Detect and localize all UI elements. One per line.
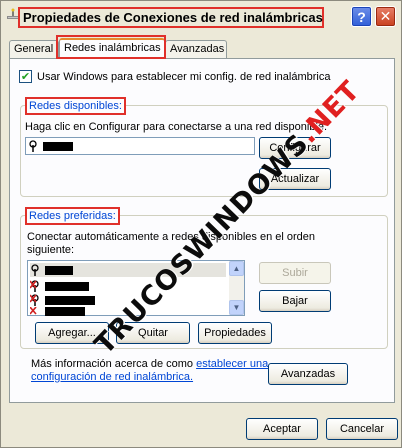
- properties-dialog: Propiedades de Conexiones de red inalámb…: [0, 0, 402, 448]
- wireless-disconnected-icon: [30, 307, 37, 315]
- setup-wireless-link-line2[interactable]: configuración de red inalámbrica.: [31, 371, 193, 383]
- cancel-button[interactable]: Cancelar: [326, 418, 398, 440]
- setup-wireless-link[interactable]: establecer una: [196, 358, 268, 370]
- use-windows-config-label: Usar Windows para establecer mi config. …: [37, 70, 331, 83]
- list-item[interactable]: [30, 263, 226, 277]
- redacted-network-name: [45, 307, 85, 316]
- list-item[interactable]: [30, 293, 226, 307]
- scroll-down-arrow-icon[interactable]: ▼: [229, 300, 244, 315]
- redacted-network-name: [45, 265, 73, 275]
- close-button[interactable]: ✕: [375, 6, 396, 27]
- accept-button[interactable]: Aceptar: [246, 418, 318, 440]
- wireless-antenna-icon: [31, 264, 39, 276]
- close-icon: ✕: [379, 8, 392, 24]
- preferred-list-scrollbar[interactable]: ▲ ▼: [229, 261, 244, 315]
- list-item[interactable]: [28, 139, 254, 153]
- available-networks-label: Redes disponibles:: [25, 97, 126, 115]
- info-text-line2: configuración de red inalámbrica.: [31, 371, 193, 384]
- wireless-disconnected-icon: [30, 294, 39, 306]
- window-title: Propiedades de Conexiones de red inalámb…: [18, 7, 324, 28]
- help-button[interactable]: ?: [351, 6, 372, 27]
- help-icon: ?: [357, 8, 366, 25]
- move-down-button[interactable]: Bajar: [259, 290, 331, 312]
- list-item[interactable]: [30, 307, 226, 316]
- properties-button[interactable]: Propiedades: [198, 322, 272, 344]
- redacted-network-name: [45, 295, 95, 305]
- info-text: Más información acerca de como establece…: [31, 358, 268, 371]
- preferred-networks-description-2: siguiente:: [27, 244, 75, 256]
- list-item[interactable]: [30, 279, 226, 293]
- available-networks-description: Haga clic en Configurar para conectarse …: [25, 121, 328, 133]
- advanced-button[interactable]: Avanzadas: [268, 363, 348, 385]
- title-bar[interactable]: Propiedades de Conexiones de red inalámb…: [1, 1, 401, 32]
- wireless-disconnected-icon: [30, 280, 39, 292]
- refresh-button[interactable]: Actualizar: [259, 168, 331, 190]
- configure-button[interactable]: Configurar: [259, 137, 331, 159]
- tab-general[interactable]: General: [9, 40, 59, 58]
- remove-button[interactable]: Quitar: [116, 322, 190, 344]
- use-windows-config-row[interactable]: ✔ Usar Windows para establecer mi config…: [19, 70, 330, 83]
- use-windows-config-checkbox[interactable]: ✔: [19, 70, 32, 83]
- info-text-prefix: Más información acerca de como: [31, 358, 197, 370]
- scroll-up-arrow-icon[interactable]: ▲: [229, 261, 244, 276]
- redacted-network-name: [43, 141, 73, 151]
- available-networks-list[interactable]: [25, 137, 255, 155]
- preferred-networks-label: Redes preferidas:: [25, 207, 120, 225]
- preferred-networks-description-1: Conectar automáticamente a redes disponi…: [27, 231, 316, 243]
- add-button[interactable]: Agregar...: [35, 322, 109, 344]
- preferred-networks-list[interactable]: ▲ ▼: [27, 260, 245, 316]
- move-up-button[interactable]: Subir: [259, 262, 331, 284]
- tab-wireless-networks[interactable]: Redes inalámbricas: [59, 38, 165, 59]
- tab-panel: ✔ Usar Windows para establecer mi config…: [9, 58, 395, 403]
- redacted-network-name: [45, 281, 89, 291]
- wireless-antenna-icon: [29, 140, 37, 152]
- tab-advanced[interactable]: Avanzadas: [165, 40, 227, 58]
